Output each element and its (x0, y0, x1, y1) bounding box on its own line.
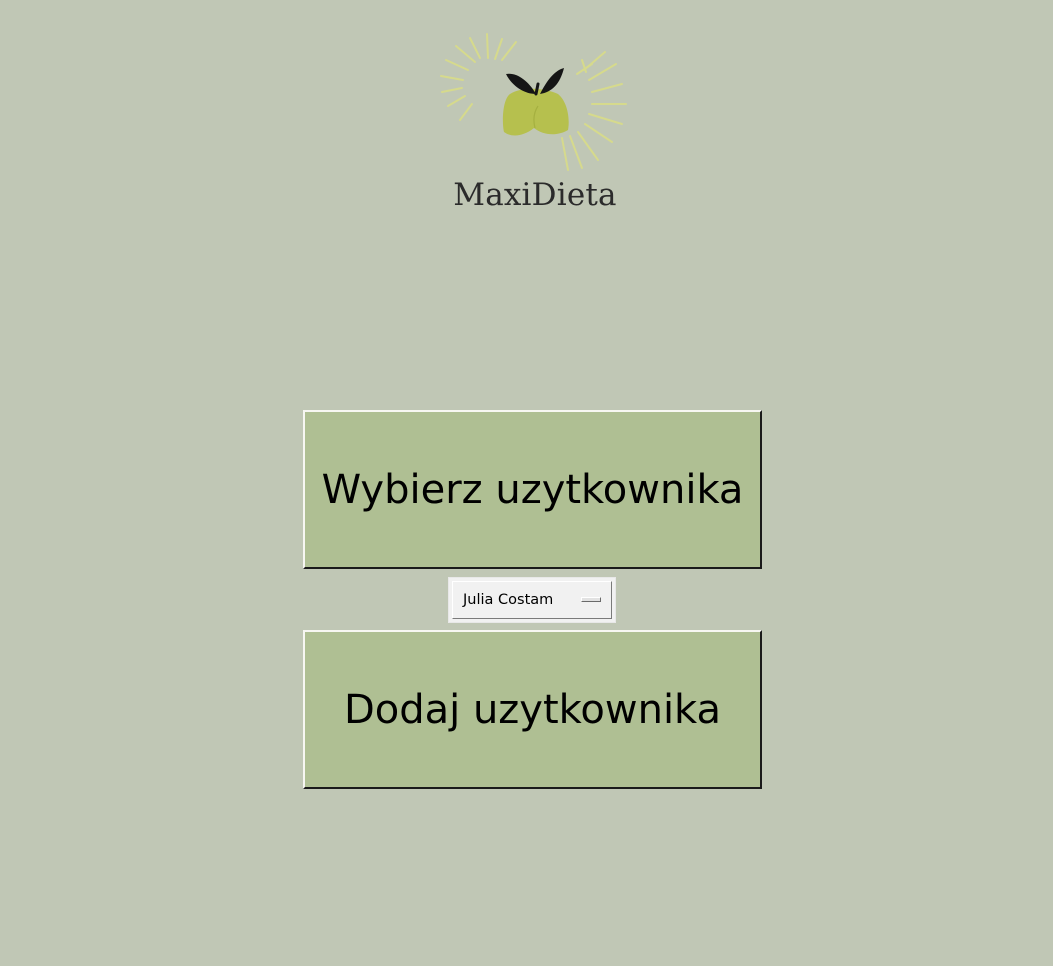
add-user-button[interactable]: Dodaj uzytkownika (303, 630, 762, 789)
lemon-leaf-burst-icon (440, 33, 627, 171)
dropdown-indicator-icon[interactable] (581, 597, 601, 602)
user-dropdown-value: Julia Costam (463, 592, 554, 608)
user-dropdown[interactable]: Julia Costam (448, 577, 616, 623)
app-logo: MaxiDieta (432, 24, 632, 224)
select-user-button[interactable]: Wybierz uzytkownika (303, 410, 762, 569)
logo-text: MaxiDieta (453, 177, 617, 213)
